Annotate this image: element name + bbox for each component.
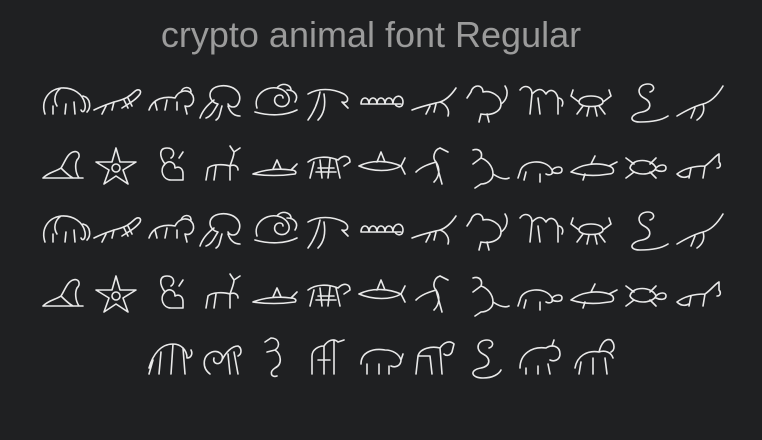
camel-icon — [516, 80, 564, 124]
turtle-icon — [516, 144, 564, 188]
kangaroo-icon — [463, 272, 511, 317]
caterpillar-icon — [357, 208, 405, 252]
crab-icon — [569, 80, 617, 124]
heron-icon — [675, 80, 724, 124]
camel-icon — [516, 208, 564, 252]
monkey-icon — [198, 334, 246, 378]
shark-icon — [357, 272, 406, 316]
horse-icon — [410, 334, 458, 378]
shark-small-icon — [251, 272, 299, 316]
crane-icon — [410, 272, 458, 316]
crab-icon — [569, 208, 617, 252]
seal-icon — [39, 272, 87, 316]
lion-icon — [145, 208, 195, 252]
heron-icon — [675, 208, 724, 252]
bird-flying-icon — [410, 80, 458, 124]
snake-icon — [622, 208, 670, 252]
font-specimen: crypto animal font Regular — [0, 0, 762, 440]
lizard-icon — [92, 208, 142, 252]
dolphin-icon — [304, 208, 352, 252]
glyph-row-4 — [0, 272, 762, 317]
crane-icon — [410, 144, 458, 188]
snail-shell-icon — [251, 80, 299, 124]
tiger-icon — [145, 334, 193, 378]
squirrel-icon — [145, 144, 193, 188]
elephant-icon — [39, 208, 91, 252]
seal-icon — [39, 144, 87, 188]
dolphin-swimming-icon — [569, 272, 618, 316]
fox-icon — [675, 272, 723, 316]
starfish-icon — [92, 144, 140, 188]
fox-icon — [675, 144, 723, 188]
shark-small-icon — [251, 144, 299, 188]
bear-icon — [516, 334, 564, 378]
rooster-icon — [463, 208, 511, 252]
dolphin-icon — [304, 80, 352, 124]
zebra-icon — [304, 144, 352, 188]
font-title: crypto animal font Regular — [160, 14, 582, 55]
glyph-row-2 — [0, 144, 762, 189]
turtle-icon — [516, 272, 564, 316]
bird-flying-icon — [410, 208, 458, 252]
dolphin-swimming-icon — [569, 144, 618, 188]
zebra-icon — [304, 272, 352, 316]
lizard-icon — [92, 80, 142, 124]
snake-coil-icon — [463, 334, 511, 379]
sea-turtle-icon — [622, 272, 670, 316]
octopus-icon — [198, 80, 246, 124]
glyph-row-5 — [0, 334, 762, 379]
seahorse-icon — [251, 334, 299, 378]
glyph-row-1 — [0, 80, 762, 124]
sea-turtle-icon — [622, 144, 670, 188]
giraffe-icon — [304, 334, 352, 378]
starfish-icon — [92, 272, 140, 316]
lion-icon — [145, 80, 195, 124]
kangaroo-icon — [463, 144, 511, 189]
caterpillar-icon — [357, 80, 405, 124]
deer-icon — [198, 272, 246, 316]
squirrel-icon — [145, 272, 193, 316]
rhino-icon — [357, 334, 405, 378]
glyph-row-3 — [0, 208, 762, 252]
goat-icon — [569, 334, 617, 378]
rooster-icon — [463, 80, 511, 124]
elephant-icon — [39, 80, 91, 124]
snail-shell-icon — [251, 208, 299, 252]
octopus-icon — [198, 208, 246, 252]
deer-icon — [198, 144, 246, 188]
shark-icon — [357, 144, 406, 188]
snake-icon — [622, 80, 670, 124]
